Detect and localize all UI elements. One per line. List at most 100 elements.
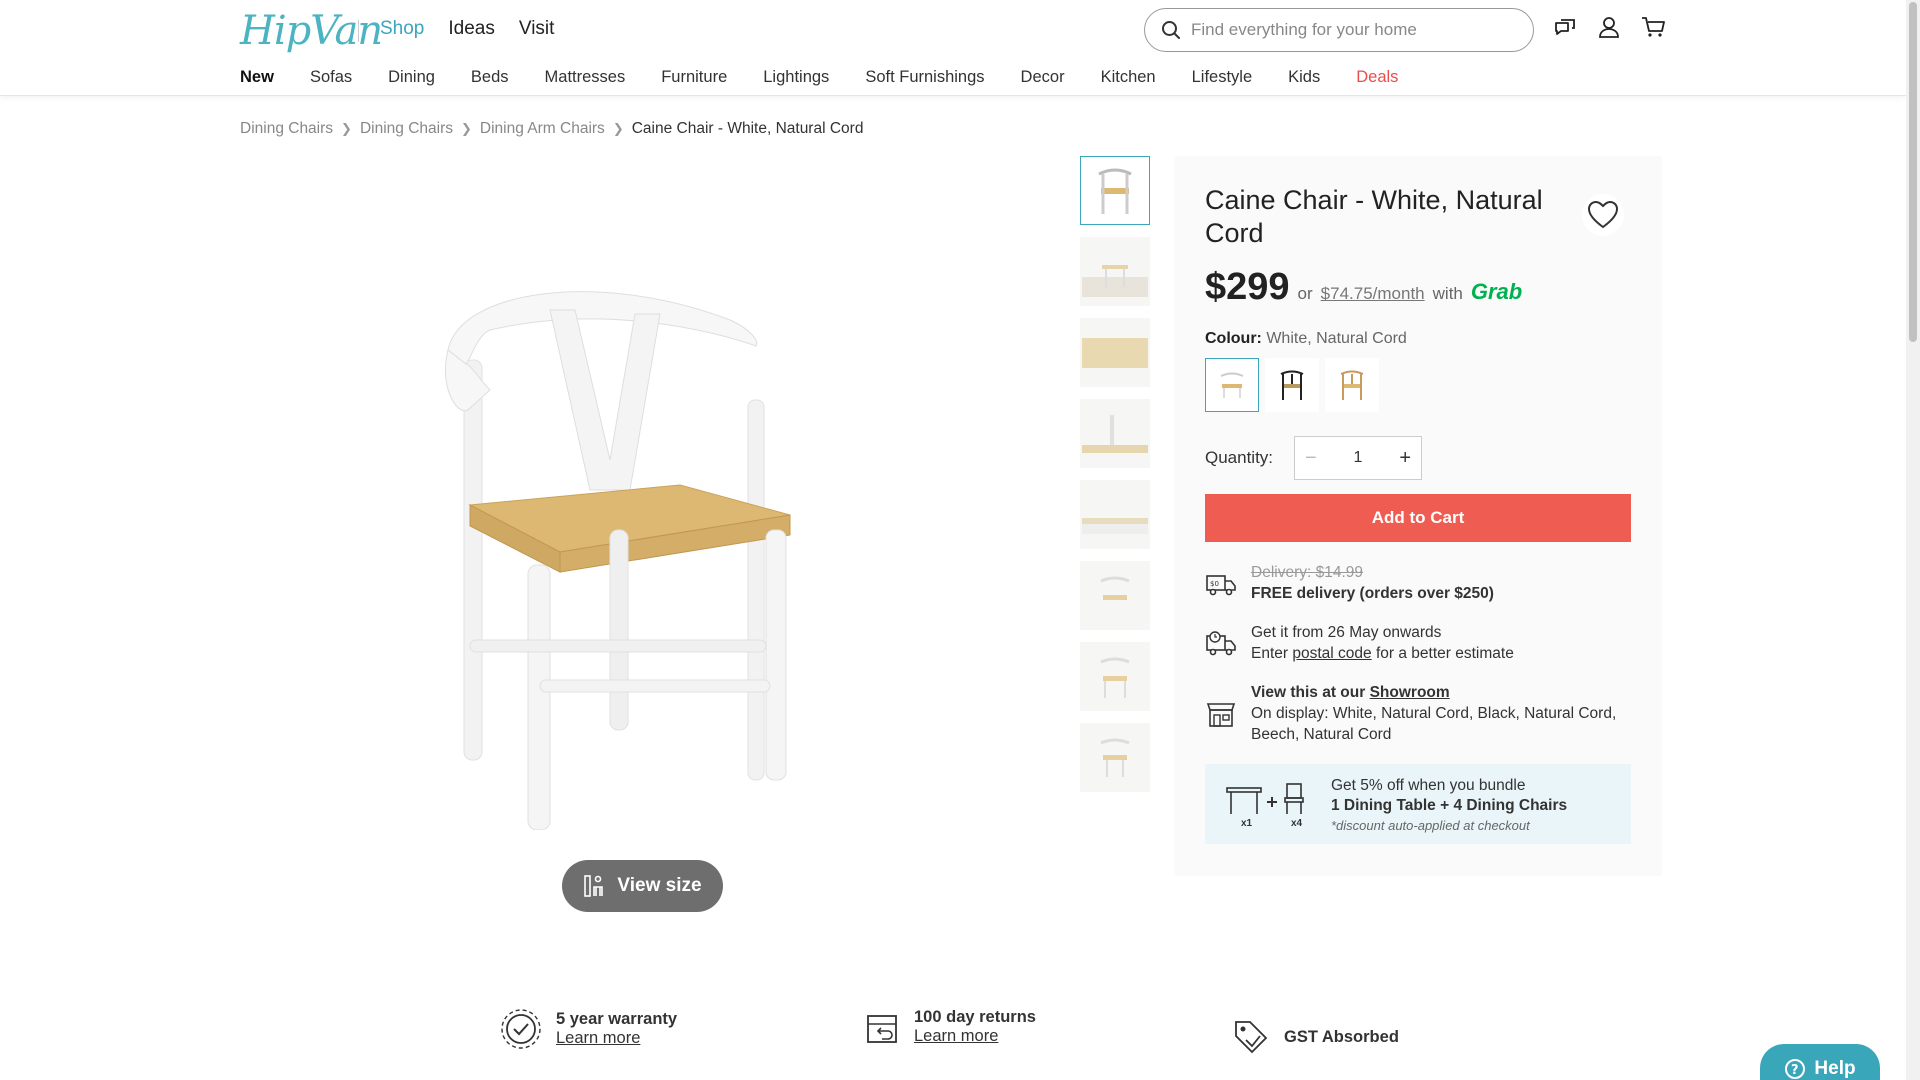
logo-divider [358, 20, 359, 42]
thumbnail[interactable] [1080, 642, 1150, 711]
swatch-beech-natural[interactable] [1325, 358, 1379, 412]
installment-link[interactable]: $74.75/month [1321, 284, 1425, 304]
old-delivery-fee: Delivery: $14.99 [1251, 564, 1364, 581]
search-input[interactable] [1191, 20, 1521, 40]
chevron-right-icon: ❯ [341, 121, 352, 136]
nav-ideas[interactable]: Ideas [448, 18, 494, 40]
view-size-button[interactable]: View size [562, 860, 723, 912]
benefit-warranty: 5 year warranty Learn more [500, 1008, 677, 1050]
category-nav: New Sofas Dining Beds Mattresses Furnitu… [240, 68, 1398, 87]
showroom-line: View this at our Showroom [1251, 682, 1641, 703]
benefit-title: 5 year warranty [556, 1010, 678, 1028]
price-tag-icon [1235, 1021, 1268, 1054]
cart-icon[interactable] [1640, 14, 1666, 40]
swatch-white-natural[interactable] [1205, 358, 1259, 412]
cat-lifestyle[interactable]: Lifestyle [1192, 68, 1253, 87]
room-thumbnail-image [1082, 264, 1148, 297]
cat-kitchen[interactable]: Kitchen [1101, 68, 1156, 87]
delivery-clock-icon [1206, 631, 1236, 656]
help-button[interactable]: ? Help [1760, 1044, 1880, 1080]
quantity-value[interactable]: 1 [1354, 449, 1363, 467]
chat-icon[interactable] [1552, 14, 1578, 40]
postal-code-link[interactable]: postal code [1292, 645, 1371, 662]
thumbnail[interactable] [1080, 156, 1150, 225]
showroom-link[interactable]: Showroom [1370, 684, 1450, 701]
chair-thumbnail-image [1100, 738, 1130, 777]
search-bar[interactable] [1144, 8, 1534, 52]
bundle-table-qty: x1 [1241, 818, 1253, 829]
on-display-text: On display: White, Natural Cord, Black, … [1251, 705, 1617, 743]
chair-beech-swatch-image [1340, 370, 1364, 400]
thumbnail-list [1080, 156, 1150, 792]
benefit-title: 100 day returns [914, 1008, 1036, 1026]
with-text: with [1432, 284, 1463, 303]
delivery-eta: Get it from 26 May onwards [1251, 624, 1442, 641]
showroom-info: View this at our Showroom On display: Wh… [1205, 682, 1645, 746]
store-icon [1206, 703, 1236, 727]
cat-beds[interactable]: Beds [471, 68, 509, 87]
chair-black-swatch-image [1280, 370, 1304, 400]
hipvan-logo[interactable]: HipVan [240, 8, 383, 54]
cat-deals[interactable]: Deals [1356, 68, 1398, 87]
quantity-label: Quantity: [1205, 448, 1274, 467]
free-delivery-text: FREE delivery (orders over $250) [1251, 585, 1494, 602]
colour-row: Colour: White, Natural Cord [1205, 330, 1407, 348]
thumbnail[interactable] [1080, 237, 1150, 306]
cat-sofas[interactable]: Sofas [310, 68, 352, 87]
nav-visit[interactable]: Visit [519, 18, 555, 40]
benefit-gst: GST Absorbed [1232, 1018, 1399, 1056]
cat-mattresses[interactable]: Mattresses [545, 68, 626, 87]
swatch-black-natural[interactable] [1265, 358, 1319, 412]
page-scrollbar[interactable] [1906, 0, 1920, 1080]
delivery-eta-info: Get it from 26 May onwards Enter postal … [1205, 622, 1645, 666]
add-to-cart-button[interactable]: Add to Cart [1205, 494, 1631, 542]
search-icon [1162, 21, 1180, 39]
quantity-stepper: − 1 + [1294, 436, 1422, 480]
breadcrumb-item[interactable]: Dining Chairs [360, 120, 453, 138]
postal-code-line: Enter postal code for a better estimate [1251, 643, 1641, 664]
wishlist-button[interactable] [1582, 194, 1624, 236]
benefit-title: GST Absorbed [1284, 1027, 1399, 1046]
bundle-note: *discount auto-applied at checkout [1331, 818, 1530, 833]
product-main-image[interactable] [430, 280, 850, 830]
svg-text:?: ? [1791, 1063, 1799, 1078]
warranty-learn-more-link[interactable]: Learn more [556, 1029, 677, 1048]
top-nav: Shop Ideas Visit [380, 18, 554, 40]
help-icon: ? [1785, 1059, 1806, 1079]
nav-shop[interactable]: Shop [380, 18, 424, 40]
cat-soft-furnishings[interactable]: Soft Furnishings [865, 68, 984, 87]
estimate-text: for a better estimate [1375, 645, 1514, 662]
thumbnail[interactable] [1080, 723, 1150, 792]
cat-furniture[interactable]: Furniture [661, 68, 727, 87]
thumbnail[interactable] [1080, 399, 1150, 468]
view-size-label: View size [617, 875, 702, 896]
svg-text:$0: $0 [1210, 580, 1219, 588]
bundle-promo[interactable]: x1 x4 Get 5% off when you bundle 1 Dinin… [1205, 764, 1631, 844]
thumbnail[interactable] [1080, 318, 1150, 387]
header-icons [1552, 14, 1666, 40]
quantity-decrease-button[interactable]: − [1305, 447, 1317, 470]
user-icon[interactable] [1596, 14, 1622, 40]
product-price: $299 [1205, 266, 1290, 308]
heart-icon [1588, 201, 1618, 229]
breadcrumb: Dining Chairs ❯ Dining Chairs ❯ Dining A… [240, 120, 863, 138]
thumbnail[interactable] [1080, 561, 1150, 630]
thumbnail[interactable] [1080, 480, 1150, 549]
chair-thumbnail-image [1100, 657, 1130, 698]
cat-lightings[interactable]: Lightings [763, 68, 829, 87]
cat-dining[interactable]: Dining [388, 68, 435, 87]
detail-thumbnail-image [1082, 414, 1148, 453]
chair-thumbnail-image [1098, 168, 1132, 214]
returns-learn-more-link[interactable]: Learn more [914, 1027, 1036, 1046]
scrollbar-thumb[interactable] [1909, 2, 1917, 342]
warranty-badge-icon [501, 1009, 541, 1049]
cat-kids[interactable]: Kids [1288, 68, 1320, 87]
chair-white-swatch-image [1220, 372, 1244, 398]
cat-decor[interactable]: Decor [1021, 68, 1065, 87]
quantity-increase-button[interactable]: + [1399, 447, 1411, 470]
bundle-line1: Get 5% off when you bundle [1331, 777, 1526, 794]
site-header: HipVan Shop Ideas Visit New Sofas Dining… [0, 0, 1906, 96]
breadcrumb-item[interactable]: Dining Chairs [240, 120, 333, 138]
cat-new[interactable]: New [240, 68, 274, 87]
breadcrumb-item[interactable]: Dining Arm Chairs [480, 120, 605, 138]
